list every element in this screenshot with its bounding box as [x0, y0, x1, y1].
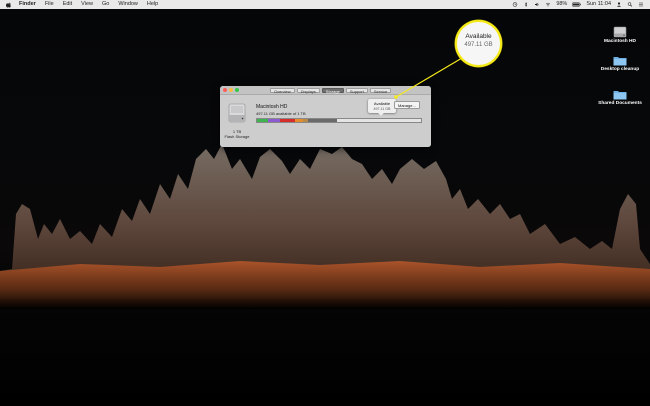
callout-line — [394, 57, 463, 99]
callout-pointer — [475, 51, 484, 60]
callout-magnifier: Available 497.11 GB — [455, 20, 502, 67]
callout-title: Available — [465, 33, 492, 40]
callout-value: 497.11 GB — [464, 42, 493, 48]
